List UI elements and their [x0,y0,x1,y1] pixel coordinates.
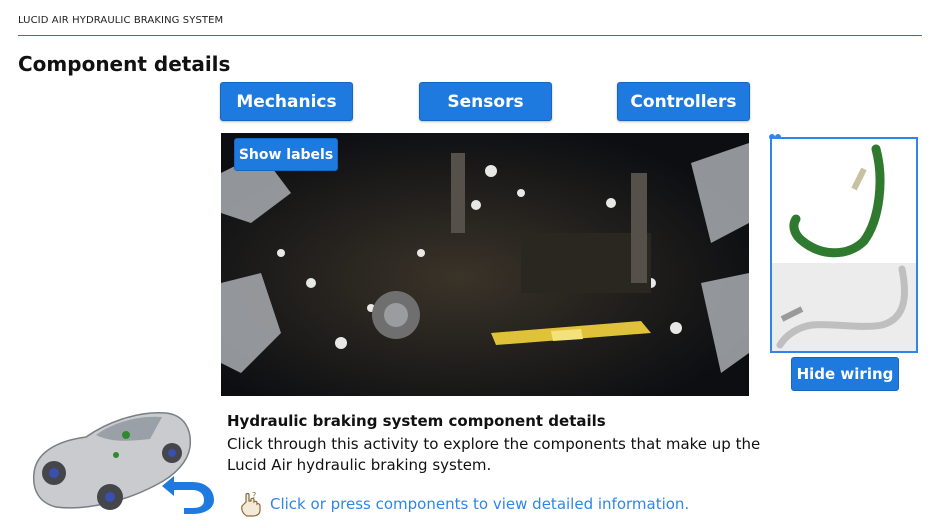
title-divider [18,35,922,36]
mechanics-button[interactable]: Mechanics [220,82,353,121]
hand-pointer-icon: ? [241,491,261,517]
controllers-button[interactable]: Controllers [617,82,750,121]
brake-system-3d-view[interactable] [221,133,749,396]
back-arrow-icon[interactable] [160,466,218,514]
hide-wiring-button[interactable]: Hide wiring [791,357,899,391]
svg-text:?: ? [252,491,256,500]
info-heading: Hydraulic braking system component detai… [227,412,606,430]
show-labels-button[interactable]: Show labels [234,138,338,171]
vehicle-underbody-image [221,133,749,396]
hint-text: Click or press components to view detail… [270,495,690,513]
sensors-button[interactable]: Sensors [419,82,552,121]
page-title: Component details [18,52,231,76]
brake-line-routing-image [772,139,916,351]
wiring-diagram-panel[interactable] [770,137,918,353]
course-title: LUCID AIR HYDRAULIC BRAKING SYSTEM [18,15,224,26]
info-body: Click through this activity to explore t… [227,435,761,474]
interaction-hint: ? Click or press components to view deta… [238,490,689,518]
